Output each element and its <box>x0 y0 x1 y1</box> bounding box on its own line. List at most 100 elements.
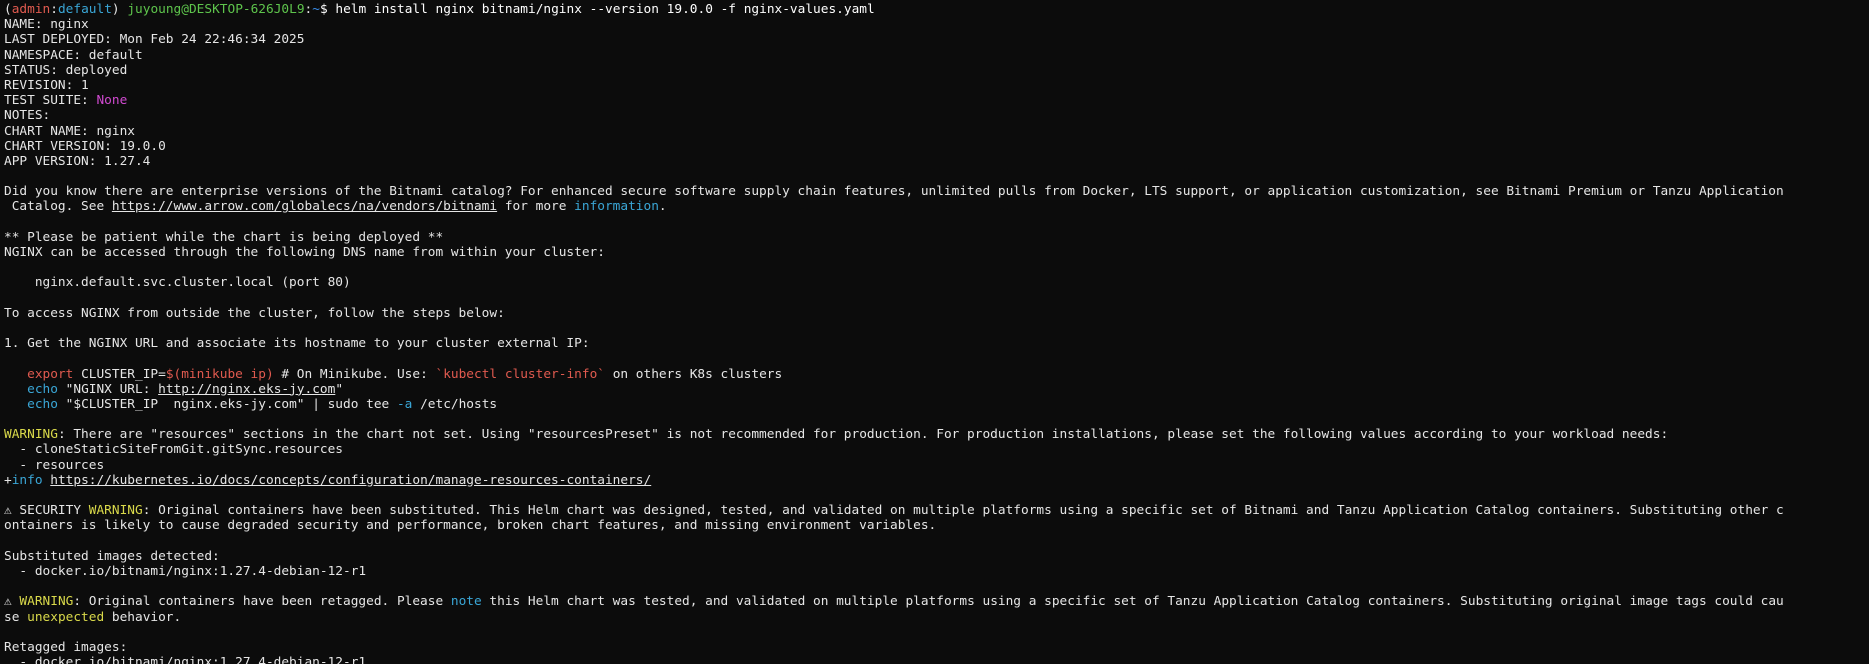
output-line: Catalog. See https://www.arrow.com/globa… <box>4 199 1869 214</box>
terminal-text: NAME: nginx <box>4 17 89 33</box>
terminal-text: CLUSTER_IP= <box>73 366 166 382</box>
terminal-text: None <box>96 93 128 109</box>
terminal-text: NGINX can be accessed through the follow… <box>4 245 605 260</box>
terminal-text: LAST DEPLOYED: Mon Feb 24 22:46:34 2025 <box>4 32 305 48</box>
url-link[interactable]: http://nginx.eks-jy.com <box>158 382 335 397</box>
output-line: - docker.io/bitnami/nginx:1.27.4-debian-… <box>4 564 1869 579</box>
terminal-text: ontainers is likely to cause degraded se… <box>4 518 937 534</box>
output-line: ** Please be patient while the chart is … <box>4 230 1869 245</box>
output-line: +info https://kubernetes.io/docs/concept… <box>4 473 1869 488</box>
terminal-text: : Original containers have been substitu… <box>142 503 1784 519</box>
output-line: To access NGINX from outside the cluster… <box>4 306 1869 321</box>
terminal-text: TEST SUITE: <box>4 93 97 109</box>
terminal-text: Catalog. See <box>4 199 112 215</box>
output-line: STATUS: deployed <box>4 63 1869 78</box>
terminal-text: ( <box>4 2 12 17</box>
terminal-text: NAMESPACE: default <box>4 47 143 63</box>
output-line: CHART VERSION: 19.0.0 <box>4 139 1869 154</box>
terminal-text: on others K8s clusters <box>604 366 783 382</box>
output-line: CHART NAME: nginx <box>4 124 1869 139</box>
url-link[interactable]: https://kubernetes.io/docs/concepts/conf… <box>50 473 651 488</box>
output-line: LAST DEPLOYED: Mon Feb 24 22:46:34 2025 <box>4 32 1869 47</box>
output-line: ontainers is likely to cause degraded se… <box>4 518 1869 533</box>
output-line: ⚠ WARNING: Original containers have been… <box>4 594 1869 609</box>
terminal-text: echo <box>27 396 58 412</box>
terminal-text: WARNING <box>88 503 143 519</box>
output-line: WARNING: There are "resources" sections … <box>4 427 1869 442</box>
terminal-text: "NGINX URL: <box>57 381 159 397</box>
terminal-text: Retagged images: <box>4 639 128 655</box>
output-line: export CLUSTER_IP=$(minikube ip) # On Mi… <box>4 367 1869 382</box>
terminal-text: this Helm chart was tested, and validate… <box>481 594 1784 610</box>
terminal-text: unexpected <box>27 609 105 625</box>
terminal-text: 1. Get the NGINX URL and associate its h… <box>4 336 590 352</box>
terminal-text: ** Please be patient while the chart is … <box>4 229 444 245</box>
terminal-text: " <box>335 381 344 397</box>
output-line: echo "NGINX URL: http://nginx.eks-jy.com… <box>4 382 1869 397</box>
command-prompt-line: (admin:default) juyoung@DESKTOP-626J0L9:… <box>4 2 1869 17</box>
terminal-text: behavior. <box>104 609 182 625</box>
output-line: REVISION: 1 <box>4 78 1869 93</box>
output-line: Did you know there are enterprise versio… <box>4 184 1869 199</box>
output-line: se unexpected behavior. <box>4 610 1869 625</box>
output-line: TEST SUITE: None <box>4 93 1869 108</box>
output-line: APP VERSION: 1.27.4 <box>4 154 1869 169</box>
terminal-text: se <box>4 609 28 625</box>
terminal-text: Substituted images detected: <box>4 548 220 564</box>
output-line: NOTES: <box>4 108 1869 123</box>
terminal-text: To access NGINX from outside the cluster… <box>4 305 505 321</box>
terminal-text: info <box>11 472 43 488</box>
terminal-text: : <box>50 2 58 17</box>
terminal-text: WARNING <box>19 594 74 610</box>
terminal-text: $ helm install nginx bitnami/nginx --ver… <box>319 2 875 17</box>
terminal-text: STATUS: deployed <box>4 62 128 78</box>
output-line: - cloneStaticSiteFromGit.gitSync.resourc… <box>4 442 1869 457</box>
url-link[interactable]: https://www.arrow.com/globalecs/na/vendo… <box>112 199 497 214</box>
output-line: Substituted images detected: <box>4 549 1869 564</box>
output-line: echo "$CLUSTER_IP nginx.eks-jy.com" | su… <box>4 397 1869 412</box>
output-line: NAMESPACE: default <box>4 48 1869 63</box>
terminal-text: export <box>27 366 74 382</box>
terminal-text: APP VERSION: 1.27.4 <box>4 153 151 169</box>
terminal-window[interactable]: (admin:default) juyoung@DESKTOP-626J0L9:… <box>0 0 1869 664</box>
terminal-text: + <box>4 472 12 488</box>
terminal-text: - resources <box>4 457 105 473</box>
terminal-text: - cloneStaticSiteFromGit.gitSync.resourc… <box>4 442 343 458</box>
output-line: - docker.io/bitnami/nginx:1.27.4-debian-… <box>4 655 1869 664</box>
output-line: nginx.default.svc.cluster.local (port 80… <box>4 275 1869 290</box>
terminal-text: WARNING <box>4 427 58 443</box>
terminal-text: $(minikube ip) <box>165 366 274 382</box>
terminal-text: "$CLUSTER_IP nginx.eks-jy.com" | sudo te… <box>57 396 397 412</box>
terminal-text: ⚠ <box>4 594 20 610</box>
terminal-text: CHART NAME: nginx <box>4 123 135 139</box>
terminal-text: CHART VERSION: 19.0.0 <box>4 138 166 154</box>
terminal-text: `kubectl cluster-info` <box>435 366 605 382</box>
terminal-text: echo <box>27 381 58 397</box>
terminal-text: : Original containers have been retagged… <box>73 594 451 610</box>
output-line: ⚠ SECURITY WARNING: Original containers … <box>4 503 1869 518</box>
terminal-text: . <box>658 199 667 215</box>
output-line: 1. Get the NGINX URL and associate its h… <box>4 336 1869 351</box>
terminal-text: for more <box>497 199 575 215</box>
terminal-text: admin <box>11 2 51 17</box>
terminal-text: information <box>574 199 659 215</box>
output-line: Retagged images: <box>4 640 1869 655</box>
terminal-text: - docker.io/bitnami/nginx:1.27.4-debian-… <box>4 655 367 664</box>
terminal-text: - docker.io/bitnami/nginx:1.27.4-debian-… <box>4 563 367 579</box>
terminal-text: NOTES: <box>4 108 51 124</box>
terminal-text: REVISION: 1 <box>4 77 89 93</box>
terminal-text: juyoung@DESKTOP-626J0L9 <box>127 2 305 17</box>
terminal-text: # On Minikube. Use: <box>273 366 436 382</box>
terminal-text: -a <box>396 396 413 412</box>
terminal-text: ) <box>111 2 128 17</box>
